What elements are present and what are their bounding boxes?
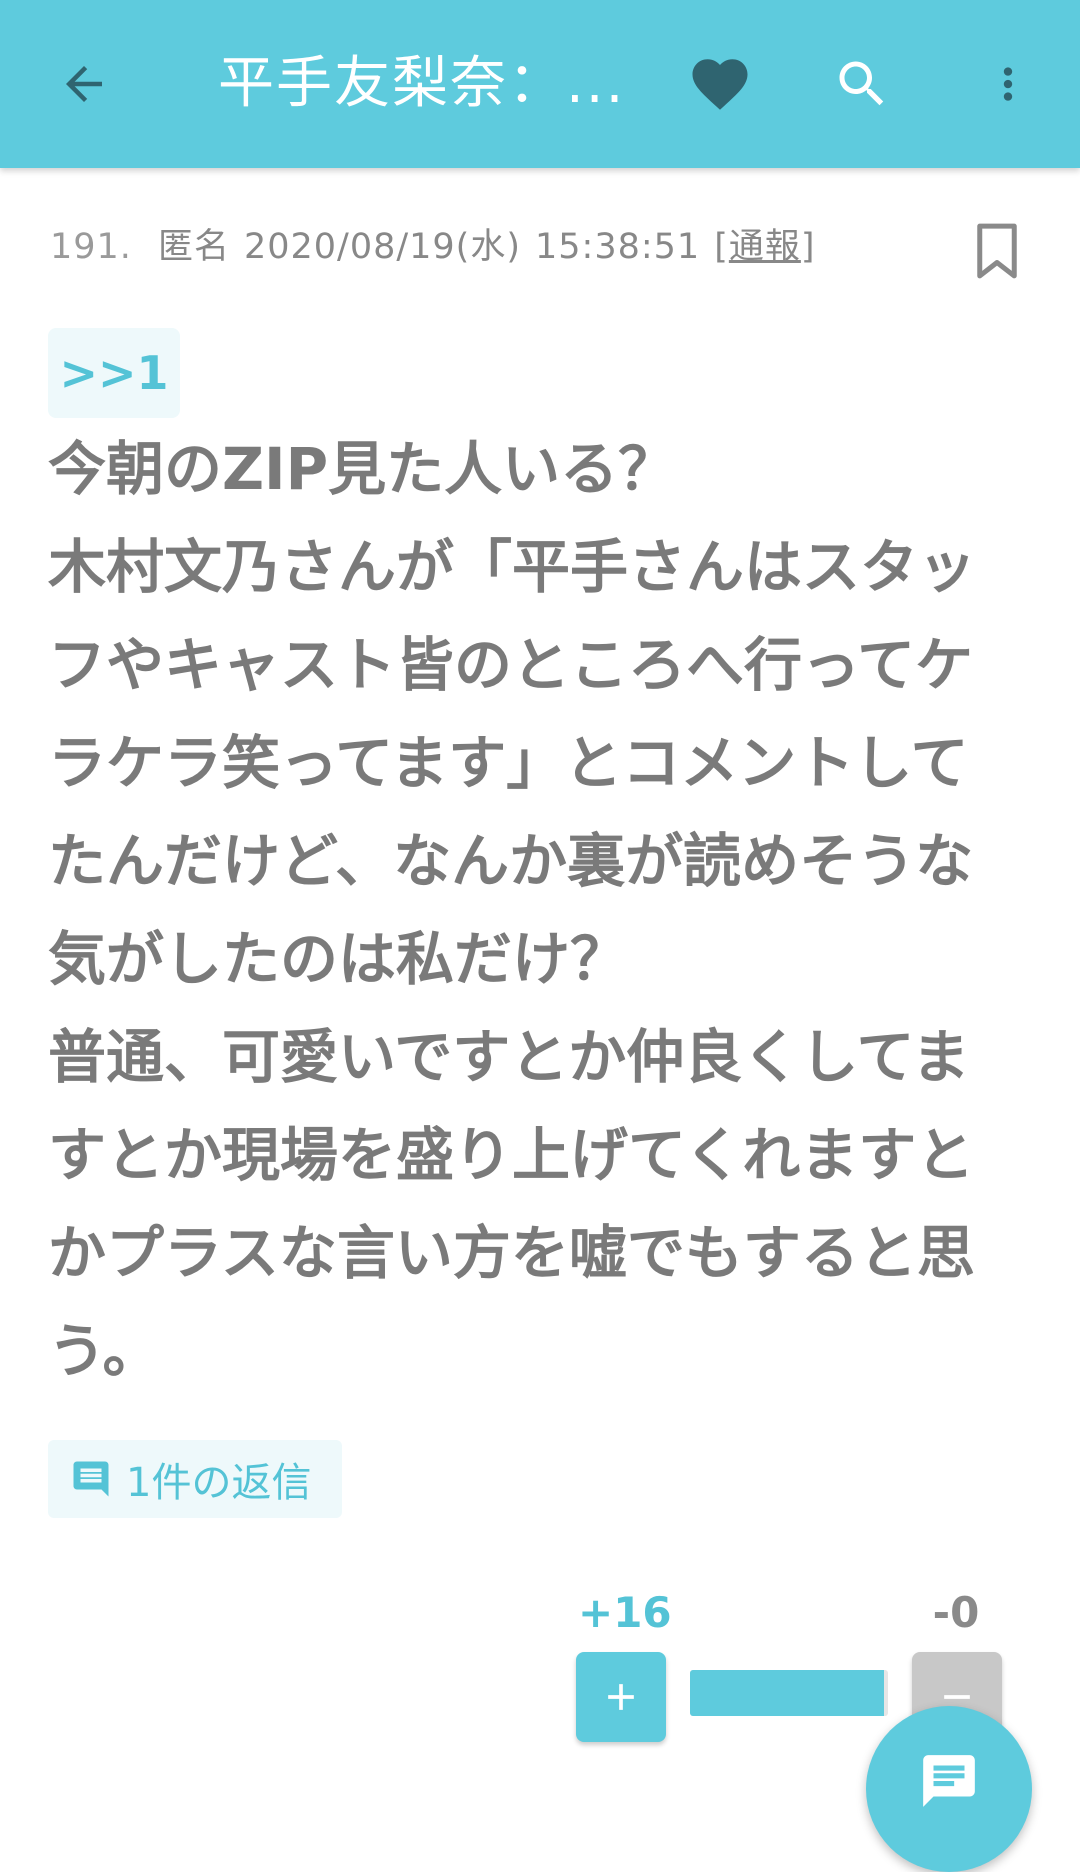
post-number: 191.	[50, 227, 132, 267]
plus-count: +16	[578, 1588, 672, 1637]
report-bracket-open: [	[714, 227, 729, 267]
report-link[interactable]: [通報]	[714, 227, 815, 267]
favorite-button[interactable]	[670, 34, 770, 134]
vote-ratio-fill	[690, 1670, 885, 1716]
app-bar: 平手友梨奈：...	[0, 0, 1080, 168]
post-body: 今朝のZIP見た人いる？ 木村文乃さんが「平手さんはスタッフやキャスト皆のところ…	[48, 435, 977, 1385]
vote-ratio-bar	[690, 1670, 888, 1716]
comment-icon	[73, 1461, 109, 1497]
replies-label: 1件の返信	[126, 1460, 312, 1506]
page-title: 平手友梨奈：...	[218, 51, 626, 116]
more-options-button[interactable]	[958, 34, 1058, 134]
heart-icon	[692, 59, 748, 110]
plus-icon	[608, 1684, 634, 1710]
report-label[interactable]: 通報	[729, 227, 801, 267]
search-button[interactable]	[812, 34, 912, 134]
arrow-left-icon	[66, 66, 102, 102]
write-comment-fab[interactable]	[866, 1706, 1032, 1872]
back-button[interactable]	[34, 34, 134, 134]
replies-button[interactable]: 1件の返信	[48, 1440, 342, 1518]
more-vertical-icon	[1003, 67, 1013, 101]
bookmark-icon[interactable]	[974, 222, 1020, 280]
minus-count: -0	[932, 1588, 980, 1637]
post-time: 15:38:51	[535, 227, 701, 267]
post-author: 匿名	[157, 227, 230, 267]
search-icon	[839, 61, 884, 106]
post-date: 2020/08/19(水)	[243, 227, 521, 267]
report-bracket-close: ]	[800, 227, 816, 267]
post-meta: 191. 匿名 2020/08/19(水) 15:38:51 [通報]	[50, 218, 816, 269]
anchor-link[interactable]: >>1	[48, 328, 180, 418]
plus-vote-button[interactable]	[576, 1652, 666, 1742]
chat-icon	[923, 1755, 975, 1807]
